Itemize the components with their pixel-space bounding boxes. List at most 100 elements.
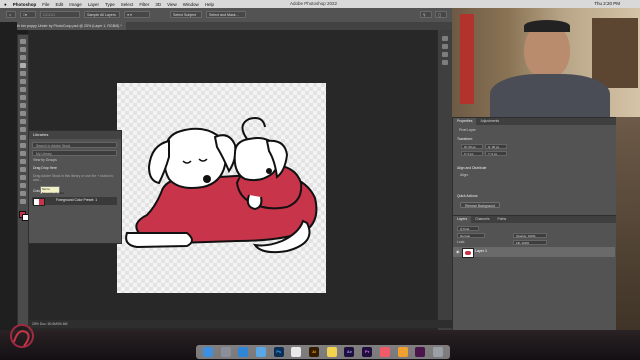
menu-help[interactable]: Help <box>205 2 214 7</box>
healing-brush-icon[interactable] <box>20 95 26 100</box>
lock-label: Lock: <box>457 240 466 244</box>
eyedropper-tool-icon[interactable] <box>20 87 26 92</box>
search-icon[interactable]: ⚲ <box>420 11 432 18</box>
shape-tool-icon[interactable] <box>20 183 26 188</box>
menu-app-photoshop[interactable]: Photoshop <box>13 2 37 7</box>
menu-layer[interactable]: Layer <box>88 2 99 7</box>
crop-tool-icon[interactable] <box>20 71 26 76</box>
dock-mail-icon[interactable] <box>255 347 266 357</box>
home-icon[interactable]: ⌂ <box>6 11 16 18</box>
libraries-hint: Drag Adobe Stock in this library or use … <box>33 174 114 182</box>
libraries-search-field[interactable]: Search in Adobe Stock <box>32 142 117 148</box>
eraser-tool-icon[interactable] <box>20 127 26 132</box>
blend-mode-value: Normal <box>460 234 470 238</box>
lasso-tool-icon[interactable] <box>20 55 26 60</box>
tab-properties[interactable]: Properties <box>453 118 477 125</box>
path-selection-icon[interactable] <box>20 175 26 180</box>
opacity-field[interactable]: Opacity: 100% <box>513 233 547 238</box>
dock-aftereffects-icon[interactable]: Ae <box>344 347 355 357</box>
gradient-tool-icon[interactable] <box>20 135 26 140</box>
tab-layers[interactable]: Layers <box>453 216 472 223</box>
history-brush-icon[interactable] <box>20 119 26 124</box>
layer-type-label: Pixel Layer <box>459 128 476 132</box>
layer-filter-select[interactable]: Q Kind <box>457 226 479 231</box>
libraries-search-placeholder: Search in Adobe Stock <box>36 144 71 148</box>
brush-size-picker[interactable]: ● ▾ <box>124 11 150 18</box>
selection-mode-buttons[interactable]: □ □ □ □ <box>40 11 80 18</box>
marquee-tool-icon[interactable] <box>20 47 26 52</box>
tab-adjustments[interactable]: Adjustments <box>476 118 503 125</box>
sample-all-layers-checkbox[interactable]: Sample All Layers <box>84 11 120 18</box>
history-panel-icon[interactable] <box>442 36 448 41</box>
select-and-mask-button[interactable]: Select and Mask... <box>206 11 246 18</box>
document-canvas[interactable] <box>117 83 326 293</box>
type-tool-icon[interactable] <box>20 167 26 172</box>
height-field[interactable]: H: 00 px <box>485 144 507 149</box>
tab-paths[interactable]: Paths <box>494 216 511 223</box>
hand-tool-icon[interactable] <box>20 191 26 196</box>
dock-notes-icon[interactable] <box>326 347 337 357</box>
webcam-person-hoodie <box>490 74 610 117</box>
dock-premiere-icon[interactable]: Pr <box>362 347 373 357</box>
menu-select[interactable]: Select <box>121 2 134 7</box>
clone-stamp-icon[interactable] <box>20 111 26 116</box>
swatches-panel-icon[interactable] <box>442 52 448 57</box>
visibility-eye-icon[interactable]: ◉ <box>456 250 460 254</box>
select-subject-button[interactable]: Select Subject <box>170 11 202 18</box>
dock-finder-icon[interactable] <box>202 347 213 357</box>
move-tool-icon[interactable] <box>20 39 26 44</box>
menu-image[interactable]: Image <box>69 2 82 7</box>
transform-heading[interactable]: Transform <box>457 137 472 141</box>
menu-filter[interactable]: Filter <box>139 2 149 7</box>
library-select[interactable]: My Library <box>32 150 117 156</box>
align-heading[interactable]: Align and Distribute <box>457 166 486 170</box>
y-value: Y: 0 px <box>488 152 498 156</box>
layer-filter-value: Q Kind <box>460 227 470 231</box>
x-field[interactable]: X: 0 px <box>461 151 483 156</box>
blend-mode-select[interactable]: Normal <box>457 233 485 238</box>
frame-tool-icon[interactable] <box>20 79 26 84</box>
libraries-title: Libraries <box>33 132 49 137</box>
library-color-item[interactable]: Foreground Color Preset: 1 <box>32 197 117 206</box>
remove-background-button[interactable]: Remove Background <box>460 202 500 208</box>
dock-slack-icon[interactable] <box>415 347 426 357</box>
menu-type[interactable]: Type <box>105 2 115 7</box>
align-sublabel: Align: <box>460 173 469 177</box>
dock-illustrator-icon[interactable]: Ai <box>309 347 320 357</box>
brush-panel-icon[interactable] <box>442 60 448 65</box>
blur-tool-icon[interactable] <box>20 143 26 148</box>
dock-music-icon[interactable] <box>379 347 390 357</box>
menu-window[interactable]: Window <box>183 2 199 7</box>
dock-photoshop-icon[interactable]: Ps <box>273 347 284 357</box>
layer-name[interactable]: Layer 1 <box>475 249 487 253</box>
menu-view[interactable]: View <box>167 2 177 7</box>
dock-launchpad-icon[interactable] <box>220 347 231 357</box>
quick-selection-tool-icon[interactable] <box>20 63 26 68</box>
workspace-icon[interactable]: ▢ <box>435 11 447 18</box>
tool-preset-picker[interactable]: □▾ <box>20 11 36 18</box>
apple-icon[interactable]: ● <box>4 2 7 7</box>
webcam-overlay <box>452 8 640 117</box>
dock-trash-icon[interactable] <box>432 347 443 357</box>
brush-tool-icon[interactable] <box>20 103 26 108</box>
fill-field[interactable]: Fill: 100% <box>513 240 547 245</box>
dodge-tool-icon[interactable] <box>20 151 26 156</box>
dock-photos-icon[interactable] <box>397 347 408 357</box>
color-panel-icon[interactable] <box>442 44 448 49</box>
view-by-groups-dropdown[interactable]: View by Groups <box>33 158 57 162</box>
menu-3d[interactable]: 3D <box>155 2 161 7</box>
webcam-shelf <box>592 18 638 88</box>
tab-channels[interactable]: Channels <box>471 216 493 223</box>
opacity-value: Opacity: 100% <box>516 234 536 238</box>
width-field[interactable]: W: 00 px <box>461 144 483 149</box>
document-tab[interactable]: Dog with her puppy Under by PhotoCoop.ps… <box>2 22 126 30</box>
quick-actions-heading[interactable]: Quick Actions <box>457 194 478 198</box>
pen-tool-icon[interactable] <box>20 159 26 164</box>
menu-file[interactable]: File <box>42 2 49 7</box>
dock-safari-icon[interactable] <box>238 347 249 357</box>
layer-row[interactable]: ◉ Layer 1 <box>453 247 615 258</box>
menu-edit[interactable]: Edit <box>55 2 63 7</box>
dock-chrome-icon[interactable] <box>291 347 302 357</box>
y-field[interactable]: Y: 0 px <box>485 151 507 156</box>
zoom-tool-icon[interactable] <box>20 199 26 204</box>
